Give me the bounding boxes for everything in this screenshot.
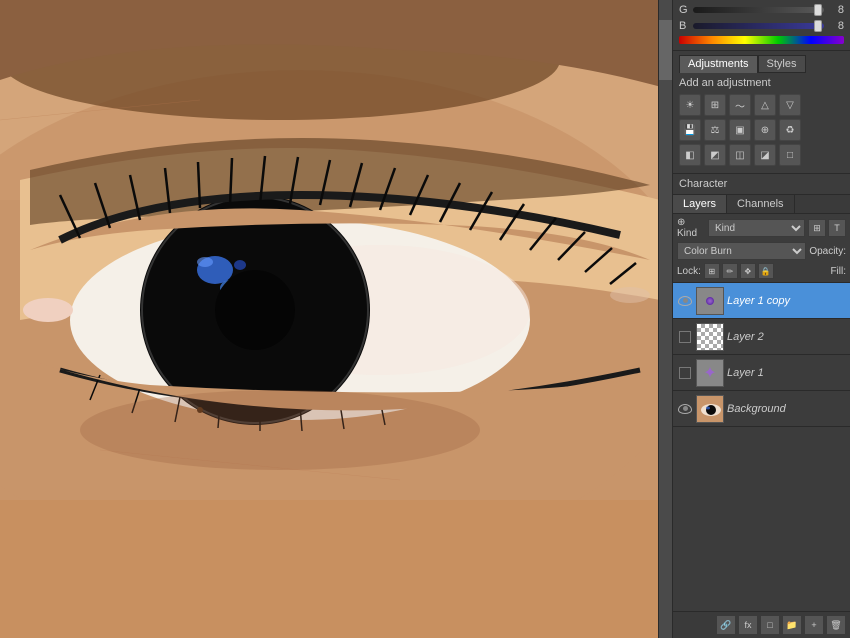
layers-bottom: 🔗 fx □ 📁 + 🗑: [673, 611, 850, 638]
threshold-icon[interactable]: ◫: [729, 144, 751, 166]
black-white-icon[interactable]: ▣: [729, 119, 751, 141]
b-slider-row: B 8: [679, 20, 844, 32]
layer-checkbox-1: [679, 367, 691, 379]
eye-icon-copy: [678, 296, 692, 306]
color-bar-row: [679, 36, 844, 44]
adjustments-tabs: Adjustments Styles: [679, 55, 844, 73]
opacity-label: Opacity:: [809, 246, 846, 257]
layers-tab[interactable]: Layers: [673, 195, 727, 213]
layer-filter-icon[interactable]: ⊞: [808, 219, 826, 237]
character-label: Character: [679, 176, 844, 192]
new-group-icon[interactable]: 📁: [782, 615, 802, 635]
layer-thumb-checker-2: [697, 324, 723, 350]
blend-row: Color Burn Opacity:: [677, 242, 846, 260]
adj-icons-row-3: ◧ ◩ ◫ ◪ □: [679, 144, 844, 166]
lock-transparent-icon[interactable]: ⊞: [704, 263, 720, 279]
character-section: Character: [673, 174, 850, 195]
layer-list: Layer 1 copy Layer 2 ✦ La: [673, 283, 850, 611]
adj-icons-row-1: ☀ ⊞ 〜 △ ▽: [679, 94, 844, 116]
adjustments-title: Add an adjustment: [679, 77, 844, 89]
color-balance-icon[interactable]: ⚖: [704, 119, 726, 141]
layer-controls: ⊕ Kind Kind ⊞ T Color Burn Opacity: Lock…: [673, 214, 850, 283]
b-slider-track[interactable]: [693, 23, 824, 29]
selective-color-icon[interactable]: □: [779, 144, 801, 166]
lock-pixels-icon[interactable]: ✏: [722, 263, 738, 279]
b-slider-thumb[interactable]: [814, 20, 822, 32]
layer-name-2: Layer 2: [727, 331, 846, 343]
add-mask-icon[interactable]: □: [760, 615, 780, 635]
layer-name-background: Background: [727, 403, 846, 415]
channels-tab[interactable]: Channels: [727, 195, 794, 213]
panel-sliders: G 8 B 8: [673, 0, 850, 51]
color-gradient-bar[interactable]: [679, 36, 844, 44]
lock-icons: ⊞ ✏ ✥ 🔒: [704, 263, 774, 279]
layer-visibility-background[interactable]: [677, 401, 693, 417]
lock-position-icon[interactable]: ✥: [740, 263, 756, 279]
fill-label: Fill:: [830, 266, 846, 277]
delete-layer-icon[interactable]: 🗑: [826, 615, 846, 635]
b-slider-label: B: [679, 20, 689, 32]
new-layer-icon[interactable]: +: [804, 615, 824, 635]
invert-icon[interactable]: ◧: [679, 144, 701, 166]
lock-all-icon[interactable]: 🔒: [758, 263, 774, 279]
layer-item-background[interactable]: Background: [673, 391, 850, 427]
kind-select[interactable]: Kind: [708, 219, 805, 237]
g-slider-row: G 8: [679, 4, 844, 16]
layer-item-1[interactable]: ✦ Layer 1: [673, 355, 850, 391]
layer-visibility-copy[interactable]: [677, 293, 693, 309]
g-slider-label: G: [679, 4, 689, 16]
layer-thumb-background: [696, 395, 724, 423]
kind-label: ⊕ Kind: [677, 217, 705, 239]
exposure-icon[interactable]: △: [754, 94, 776, 116]
eye-pupil-copy: [683, 298, 688, 303]
kind-row: ⊕ Kind Kind ⊞ T: [677, 217, 846, 239]
layers-panel: Layers Channels ⊕ Kind Kind ⊞ T Color Bu…: [673, 195, 850, 638]
eye-pupil-background: [683, 406, 688, 411]
styles-tab[interactable]: Styles: [758, 55, 806, 73]
kind-icon-row: ⊞ T: [808, 219, 846, 237]
g-slider-track[interactable]: [693, 7, 824, 13]
brightness-contrast-icon[interactable]: ☀: [679, 94, 701, 116]
layer-thumb-1: ✦: [696, 359, 724, 387]
adj-icons-row-2: 💾 ⚖ ▣ ⊕ ♻: [679, 119, 844, 141]
layers-tabs: Layers Channels: [673, 195, 850, 214]
layer-name-1: Layer 1: [727, 367, 846, 379]
layer-thumb-copy: [696, 287, 724, 315]
adjustments-tab[interactable]: Adjustments: [679, 55, 758, 73]
add-style-icon[interactable]: fx: [738, 615, 758, 635]
lock-label: Lock:: [677, 266, 701, 277]
link-layers-icon[interactable]: 🔗: [716, 615, 736, 635]
thumb-star-shape: ✦: [703, 363, 716, 383]
layer-checkbox-2: [679, 331, 691, 343]
b-slider-value: 8: [828, 20, 844, 32]
gradient-map-icon[interactable]: ◪: [754, 144, 776, 166]
g-slider-thumb[interactable]: [814, 4, 822, 16]
levels-icon[interactable]: ⊞: [704, 94, 726, 116]
canvas-scrollbar[interactable]: [658, 0, 672, 638]
channel-mixer-icon[interactable]: ♻: [779, 119, 801, 141]
layer-options-icon[interactable]: T: [828, 219, 846, 237]
posterize-icon[interactable]: ◩: [704, 144, 726, 166]
vibrance-icon[interactable]: ▽: [779, 94, 801, 116]
layer-visibility-1[interactable]: [677, 365, 693, 381]
blend-mode-select[interactable]: Color Burn: [677, 242, 806, 260]
layer-item-copy[interactable]: Layer 1 copy: [673, 283, 850, 319]
thumb-dot-copy: [706, 297, 714, 305]
hue-saturation-icon[interactable]: 💾: [679, 119, 701, 141]
g-slider-value: 8: [828, 4, 844, 16]
photo-filter-icon[interactable]: ⊕: [754, 119, 776, 141]
layer-visibility-2[interactable]: [677, 329, 693, 345]
layer-name-copy: Layer 1 copy: [727, 295, 846, 307]
canvas-area: [0, 0, 672, 638]
layer-item-2[interactable]: Layer 2: [673, 319, 850, 355]
lock-row: Lock: ⊞ ✏ ✥ 🔒 Fill:: [677, 263, 846, 279]
canvas-scrollbar-thumb[interactable]: [659, 20, 672, 80]
layer-thumb-2: [696, 323, 724, 351]
thumb-eye-image: [697, 396, 723, 422]
curves-icon[interactable]: 〜: [729, 94, 751, 116]
eye-icon-background: [678, 404, 692, 414]
right-panel: G 8 B 8 Adjustments Styles Add an adjust…: [672, 0, 850, 638]
adjustments-section: Adjustments Styles Add an adjustment ☀ ⊞…: [673, 51, 850, 174]
